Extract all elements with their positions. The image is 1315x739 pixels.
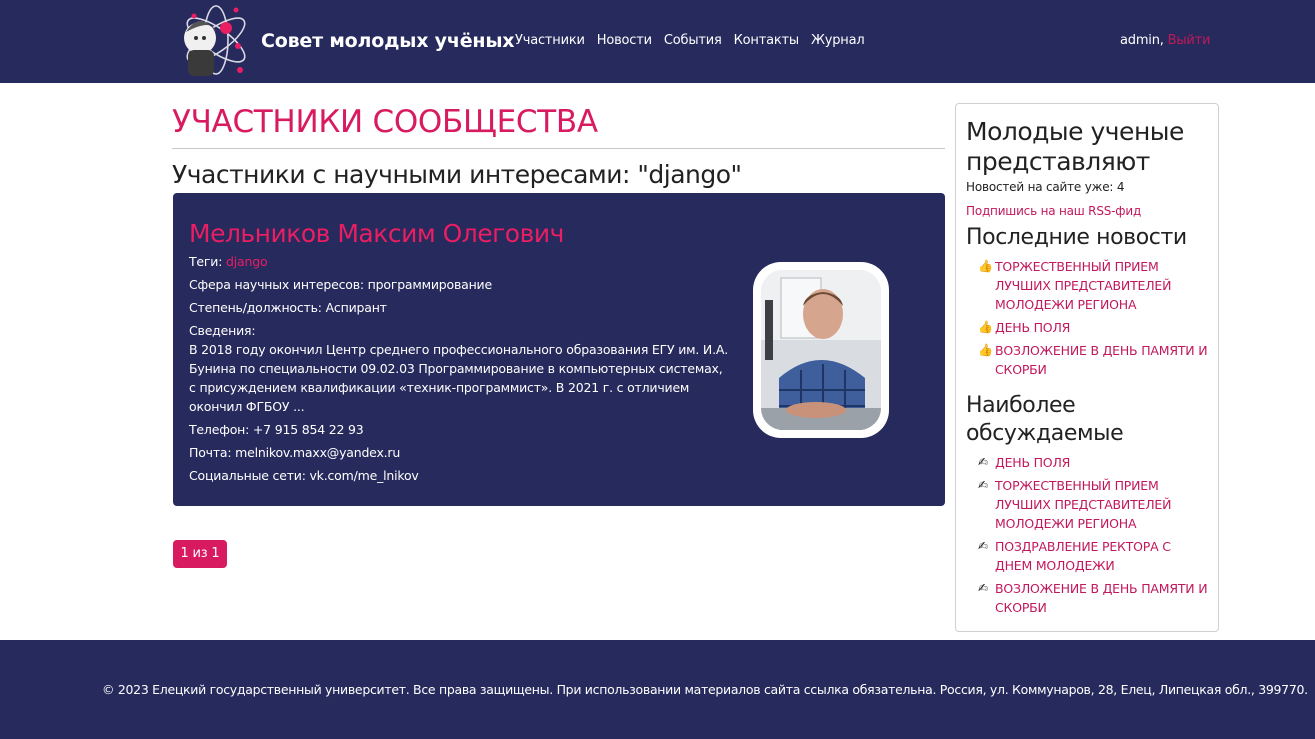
user-area: admin, Выйти bbox=[1120, 33, 1210, 48]
pagination-current-page[interactable]: 1 из 1 bbox=[173, 540, 227, 568]
list-item: 👍 ДЕНЬ ПОЛЯ bbox=[978, 318, 1210, 337]
site-brand-link[interactable]: Совет молодых учёных bbox=[261, 30, 515, 52]
sidebar: Молодые ученые представляют Новостей на … bbox=[955, 103, 1219, 632]
member-card: Мельников Максим Олегович Теги: django С… bbox=[173, 193, 945, 506]
nav-item-events[interactable]: События bbox=[664, 33, 722, 48]
member-photo-frame bbox=[753, 262, 889, 438]
tags-label: Теги: bbox=[189, 254, 223, 269]
nav-item-participants[interactable]: Участники bbox=[515, 33, 585, 48]
about-label: Сведения: bbox=[189, 323, 256, 338]
list-item: ✍ ДЕНЬ ПОЛЯ bbox=[978, 453, 1210, 472]
latest-news-list: 👍 ТОРЖЕСТВЕННЫЙ ПРИЕМ ЛУЧШИХ ПРЕДСТАВИТЕЛ… bbox=[978, 257, 1210, 383]
member-phone: Телефон: +7 915 854 22 93 bbox=[189, 422, 364, 437]
list-item: ✍ ВОЗЛОЖЕНИЕ В ДЕНЬ ПАМЯТИ И СКОРБИ bbox=[978, 579, 1210, 617]
tag-link-django[interactable]: django bbox=[226, 254, 268, 269]
list-item: 👍 ВОЗЛОЖЕНИЕ В ДЕНЬ ПАМЯТИ И СКОРБИ bbox=[978, 341, 1210, 379]
writing-hand-icon: ✍ bbox=[978, 455, 989, 469]
title-divider bbox=[172, 148, 945, 149]
thumbs-up-icon: 👍 bbox=[978, 320, 993, 334]
latest-news-link[interactable]: ТОРЖЕСТВЕННЫЙ ПРИЕМ ЛУЧШИХ ПРЕДСТАВИТЕЛЕ… bbox=[995, 257, 1210, 314]
member-name-link[interactable]: Мельников Максим Олегович bbox=[189, 219, 564, 248]
nav-item-contacts[interactable]: Контакты bbox=[734, 33, 800, 48]
logout-link[interactable]: Выйти bbox=[1168, 33, 1211, 48]
main-nav: Участники Новости События Контакты Журна… bbox=[515, 33, 876, 48]
thumbs-up-icon: 👍 bbox=[978, 259, 993, 273]
footer-copyright: © 2023 Елецкий государственный университ… bbox=[102, 682, 1308, 697]
discussed-news-link[interactable]: ДЕНЬ ПОЛЯ bbox=[995, 453, 1070, 472]
page-title: УЧАСТНИКИ СООБЩЕСТВА bbox=[172, 104, 598, 140]
member-tags: Теги: django bbox=[189, 252, 729, 271]
writing-hand-icon: ✍ bbox=[978, 581, 989, 595]
sidebar-title: Молодые ученые представляют bbox=[966, 117, 1184, 176]
member-social: Социальные сети: vk.com/me_lnikov bbox=[189, 468, 419, 483]
discussed-news-link[interactable]: ТОРЖЕСТВЕННЫЙ ПРИЕМ ЛУЧШИХ ПРЕДСТАВИТЕЛЕ… bbox=[995, 476, 1210, 533]
news-count: Новостей на сайте уже: 4 bbox=[966, 180, 1125, 194]
member-about: В 2018 году окончил Центр среднего профе… bbox=[189, 342, 728, 414]
footer: © 2023 Елецкий государственный университ… bbox=[0, 640, 1315, 739]
member-photo[interactable] bbox=[761, 270, 881, 430]
member-field: Сфера научных интересов: программировани… bbox=[189, 277, 492, 292]
member-email: Почта: melnikov.maxx@yandex.ru bbox=[189, 445, 401, 460]
most-discussed-list: ✍ ДЕНЬ ПОЛЯ ✍ ТОРЖЕСТВЕННЫЙ ПРИЕМ ЛУЧШИХ П… bbox=[978, 453, 1210, 621]
page-subtitle: Участники с научными интересами: "django… bbox=[172, 160, 742, 189]
discussed-news-link[interactable]: ПОЗДРАВЛЕНИЕ РЕКТОРА С ДНЕМ МОЛОДЕЖИ bbox=[995, 537, 1210, 575]
top-navbar: Совет молодых учёных Участники Новости С… bbox=[0, 0, 1315, 83]
nav-item-news[interactable]: Новости bbox=[597, 33, 652, 48]
member-details: Теги: django Сфера научных интересов: пр… bbox=[189, 252, 729, 489]
list-item: ✍ ТОРЖЕСТВЕННЫЙ ПРИЕМ ЛУЧШИХ ПРЕДСТАВИТЕЛ… bbox=[978, 476, 1210, 533]
latest-news-link[interactable]: ДЕНЬ ПОЛЯ bbox=[995, 318, 1070, 337]
thumbs-up-icon: 👍 bbox=[978, 343, 993, 357]
member-degree: Степень/должность: Аспирант bbox=[189, 300, 387, 315]
site-logo-icon[interactable] bbox=[174, 2, 254, 78]
writing-hand-icon: ✍ bbox=[978, 478, 989, 492]
discussed-news-link[interactable]: ВОЗЛОЖЕНИЕ В ДЕНЬ ПАМЯТИ И СКОРБИ bbox=[995, 579, 1210, 617]
username: admin, bbox=[1120, 33, 1164, 48]
nav-item-journal[interactable]: Журнал bbox=[811, 33, 865, 48]
latest-news-heading: Последние новости bbox=[966, 225, 1187, 250]
writing-hand-icon: ✍ bbox=[978, 539, 989, 553]
latest-news-link[interactable]: ВОЗЛОЖЕНИЕ В ДЕНЬ ПАМЯТИ И СКОРБИ bbox=[995, 341, 1210, 379]
most-discussed-heading: Наиболее обсуждаемые bbox=[966, 393, 1124, 446]
list-item: ✍ ПОЗДРАВЛЕНИЕ РЕКТОРА С ДНЕМ МОЛОДЕЖИ bbox=[978, 537, 1210, 575]
list-item: 👍 ТОРЖЕСТВЕННЫЙ ПРИЕМ ЛУЧШИХ ПРЕДСТАВИТЕЛ… bbox=[978, 257, 1210, 314]
rss-link[interactable]: Подпишись на наш RSS-фид bbox=[966, 204, 1141, 218]
